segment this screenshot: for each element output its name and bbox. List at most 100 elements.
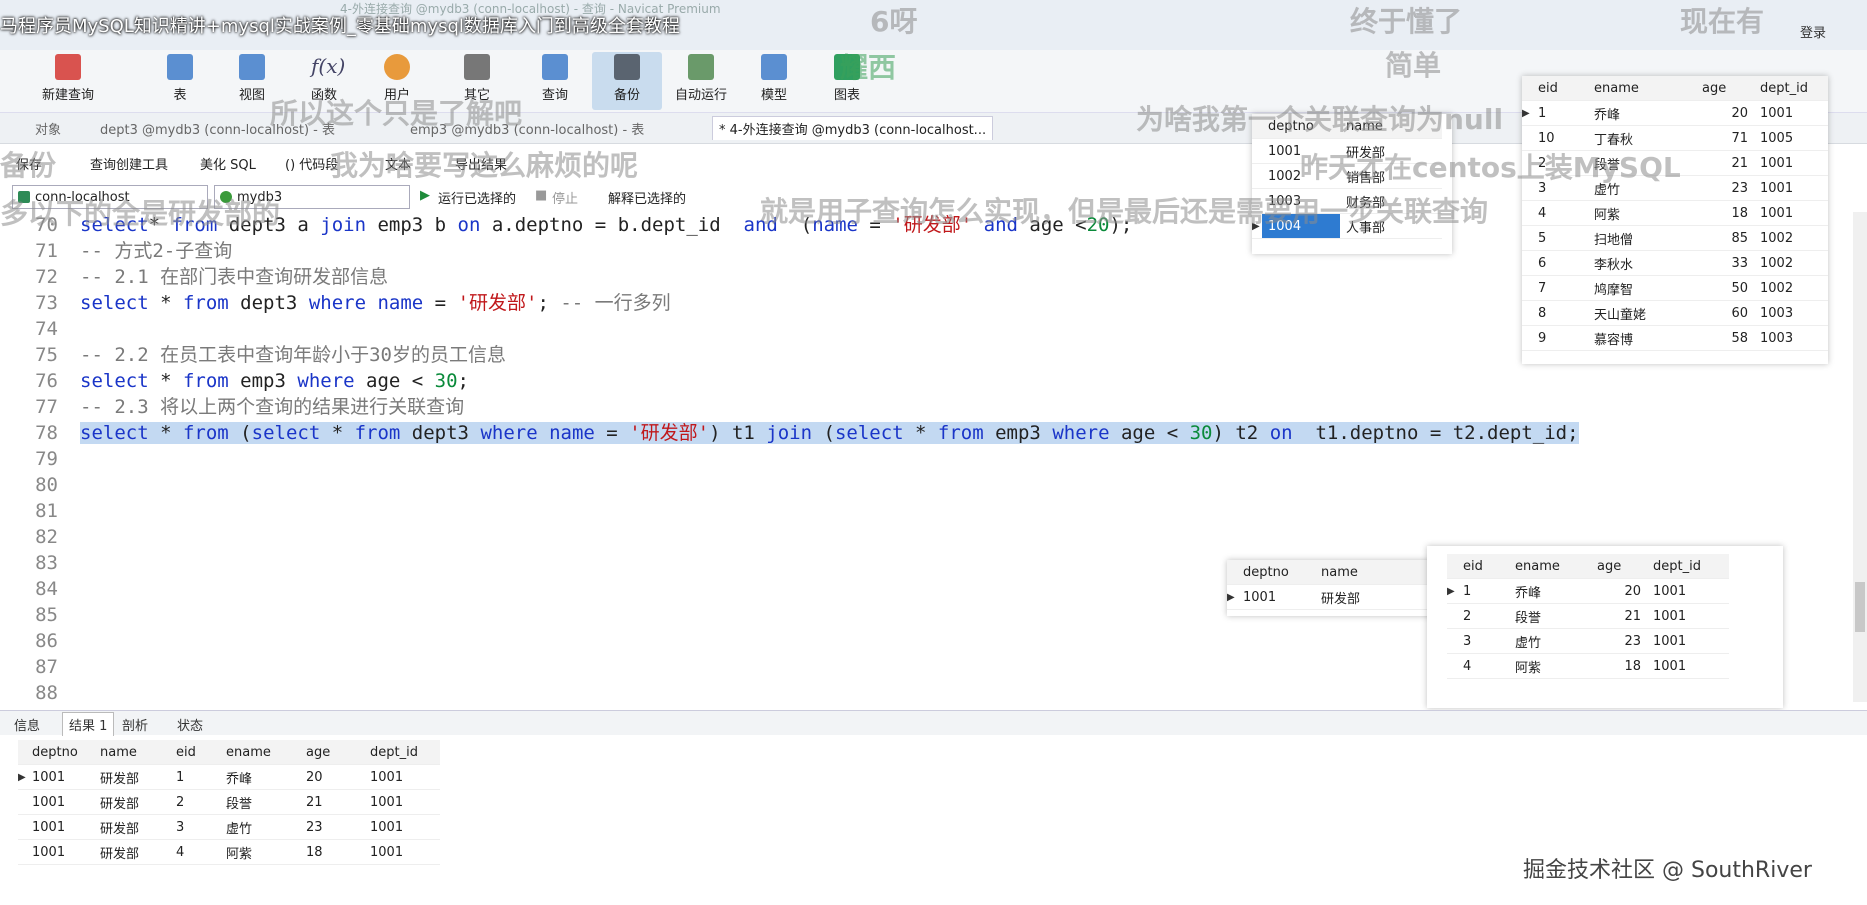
- editor-line[interactable]: 84: [0, 576, 80, 602]
- code-token: emp3 b: [366, 214, 458, 236]
- editor-scrollbar[interactable]: [1853, 212, 1867, 702]
- cell: 20: [1591, 578, 1647, 604]
- table-row[interactable]: 1001 研发部 3 虚竹 23 1001: [18, 814, 440, 840]
- table-row[interactable]: 7 鸠摩智 50 1002: [1522, 275, 1828, 301]
- row-marker: [1522, 225, 1532, 251]
- cell: 2: [172, 789, 222, 815]
- table-row[interactable]: 5 扫地僧 85 1002: [1522, 225, 1828, 251]
- cell: 1001: [366, 814, 440, 840]
- editor-line[interactable]: 76 select * from emp3 where age < 30;: [0, 368, 469, 394]
- code-token: -- 2.2 在员工表中查询年龄小于30岁的员工信息: [80, 344, 506, 366]
- row-marker: ▶: [18, 764, 28, 790]
- editor-line[interactable]: 74: [0, 316, 80, 342]
- editor-line[interactable]: 82: [0, 524, 80, 550]
- row-marker: [1522, 200, 1532, 226]
- table-row[interactable]: ▶ 1 乔峰 20 1001: [1522, 100, 1828, 126]
- cell: 研发部: [96, 789, 172, 815]
- cell: 1001: [1647, 628, 1729, 654]
- table-row[interactable]: 6 李秋水 33 1002: [1522, 250, 1828, 276]
- cell: 1001: [1754, 100, 1828, 126]
- editor-line[interactable]: 73 select * from dept3 where name = '研发部'…: [0, 290, 671, 316]
- column-header[interactable]: age: [302, 740, 366, 765]
- cell: 23: [1696, 175, 1754, 201]
- tab-info[interactable]: 信息: [14, 715, 40, 734]
- query-builder-button[interactable]: 查询创建工具: [90, 154, 168, 173]
- cell: 18: [1696, 200, 1754, 226]
- editor-line[interactable]: 77 -- 2.3 将以上两个查询的结果进行关联查询: [0, 394, 464, 420]
- cell: 7: [1532, 275, 1588, 301]
- auto-run-button[interactable]: 自动运行: [666, 52, 736, 103]
- tab-objects[interactable]: 对象: [35, 119, 61, 138]
- code-token: join: [320, 214, 367, 236]
- code-token: join: [766, 422, 813, 444]
- ribbon-label: 新建查询: [41, 88, 94, 103]
- code-token: dept3: [400, 422, 481, 444]
- editor-line[interactable]: 87: [0, 654, 80, 680]
- tab-status[interactable]: 状态: [177, 715, 203, 734]
- code-text: select * from (select * from dept3 where…: [80, 422, 1579, 444]
- cell: 1001: [366, 789, 440, 815]
- cell: 1001: [28, 814, 96, 840]
- table-row[interactable]: 1001 研发部 4 阿紫 18 1001: [18, 839, 440, 865]
- column-header[interactable]: dept_id: [366, 740, 440, 765]
- query-button[interactable]: 查询: [520, 52, 590, 103]
- editor-line[interactable]: 86: [0, 628, 80, 654]
- table-row[interactable]: 4 阿紫 18 1001: [1522, 200, 1828, 226]
- code-token: from: [182, 292, 229, 314]
- cell: 58: [1696, 325, 1754, 351]
- table-row[interactable]: 1001 研发部 2 段誉 21 1001: [18, 789, 440, 815]
- table-row[interactable]: 8 天山童姥 60 1003: [1522, 300, 1828, 326]
- beautify-sql-button[interactable]: 美化 SQL: [200, 154, 256, 173]
- editor-line[interactable]: 83: [0, 550, 80, 576]
- column-header[interactable]: ename: [222, 740, 302, 765]
- editor-line[interactable]: 81: [0, 498, 80, 524]
- table-row[interactable]: 9 慕容博 58 1003: [1522, 325, 1828, 351]
- new-query-button[interactable]: 新建查询: [33, 52, 103, 103]
- editor-line[interactable]: 79: [0, 446, 80, 472]
- table-button[interactable]: 表: [145, 52, 215, 103]
- backup-button[interactable]: 备份: [592, 52, 662, 110]
- editor-line[interactable]: 78 select * from (select * from dept3 whe…: [0, 420, 1579, 446]
- editor-line[interactable]: 71 -- 方式2-子查询: [0, 238, 232, 264]
- table-row[interactable]: ▶ 1001 研发部 1 乔峰 20 1001: [18, 764, 440, 790]
- column-header: deptno: [1237, 560, 1315, 585]
- tab-outer-join-query[interactable]: * 4-外连接查询 @mydb3 (conn-localhost...: [712, 116, 994, 140]
- cell: 21: [302, 789, 366, 815]
- code-text: -- 2.1 在部门表中查询研发部信息: [80, 266, 388, 288]
- scrollbar-thumb[interactable]: [1855, 582, 1865, 632]
- editor-line[interactable]: 75 -- 2.2 在员工表中查询年龄小于30岁的员工信息: [0, 342, 506, 368]
- code-token: select: [251, 422, 321, 444]
- cell: 85: [1696, 225, 1754, 251]
- editor-line[interactable]: 88: [0, 680, 80, 706]
- cell: 段誉: [222, 789, 302, 815]
- run-selected-button[interactable]: 运行已选择的: [438, 188, 516, 207]
- table-row[interactable]: 3 虚竹 23 1001: [1447, 628, 1729, 654]
- column-header: ename: [1588, 76, 1696, 101]
- cell: 1002: [1754, 275, 1828, 301]
- cell: 9: [1532, 325, 1588, 351]
- model-button[interactable]: 模型: [739, 52, 809, 103]
- row-marker: [1522, 250, 1532, 276]
- result-tabs: 信息 结果 1 剖析 状态: [0, 710, 1867, 736]
- line-number: 72: [35, 266, 58, 288]
- query-icon: [542, 54, 568, 80]
- emp3-table-overlay: eid ename age dept_id ▶ 1 乔峰 20 1001 10 丁春秋 71 1005…: [1522, 76, 1828, 364]
- editor-line[interactable]: 85: [0, 602, 80, 628]
- explain-selected-button[interactable]: 解释已选择的: [608, 188, 686, 207]
- row-marker: [18, 839, 28, 865]
- stop-button[interactable]: 停止: [552, 188, 578, 207]
- row-marker: [1522, 325, 1532, 351]
- tab-profile[interactable]: 剖析: [122, 715, 148, 734]
- table-row[interactable]: 2 段誉 21 1001: [1447, 603, 1729, 629]
- line-number: 79: [35, 448, 58, 470]
- table-row[interactable]: ▶ 1 乔峰 20 1001: [1447, 578, 1729, 604]
- column-header[interactable]: deptno: [28, 740, 96, 765]
- editor-line[interactable]: 80: [0, 472, 80, 498]
- table-row[interactable]: 4 阿紫 18 1001: [1447, 653, 1729, 679]
- login-button[interactable]: 登录: [1800, 22, 1826, 41]
- editor-line[interactable]: 72 -- 2.1 在部门表中查询研发部信息: [0, 264, 388, 290]
- tab-result-1[interactable]: 结果 1: [62, 712, 115, 736]
- column-header[interactable]: eid: [172, 740, 222, 765]
- column-header[interactable]: name: [96, 740, 172, 765]
